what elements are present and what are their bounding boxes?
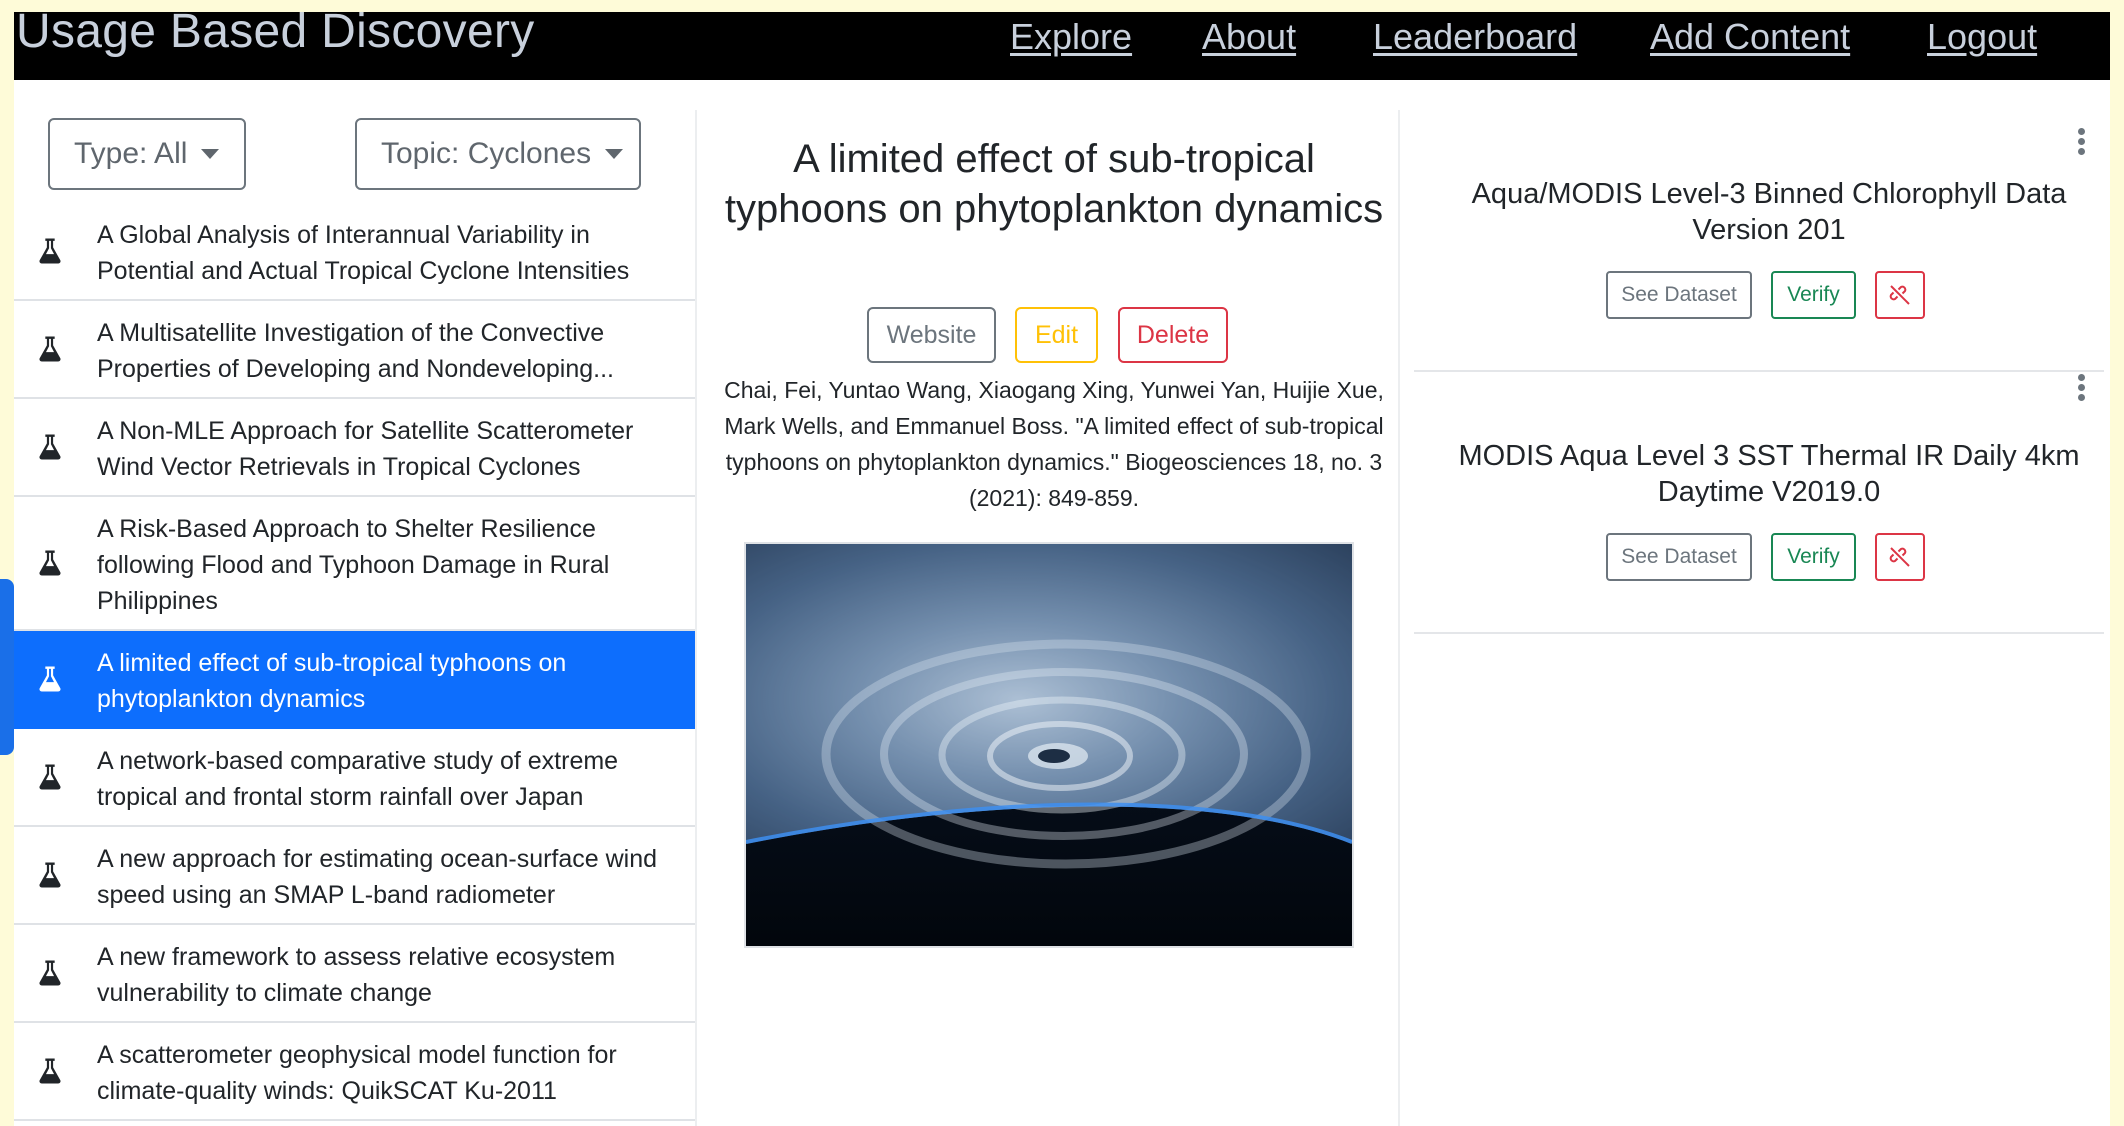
typhoon-image-graphic bbox=[746, 544, 1352, 946]
nav-about[interactable]: About bbox=[1202, 16, 1296, 58]
flask-icon bbox=[39, 238, 61, 264]
list-item-label: A Risk-Based Approach to Shelter Resilie… bbox=[97, 515, 610, 615]
see-dataset-button[interactable]: See Dataset bbox=[1606, 533, 1752, 581]
list-item-label: A Non-MLE Approach for Satellite Scatter… bbox=[97, 417, 634, 481]
flask-icon bbox=[39, 550, 61, 576]
verify-button[interactable]: Verify bbox=[1771, 533, 1856, 581]
unlink-button[interactable] bbox=[1875, 271, 1925, 319]
edit-button[interactable]: Edit bbox=[1015, 307, 1098, 363]
list-item[interactable]: A new approach for estimating ocean-surf… bbox=[14, 827, 695, 925]
chevron-down-icon bbox=[201, 149, 220, 159]
list-item[interactable]: A Global Analysis of Interannual Variabi… bbox=[14, 203, 695, 301]
flask-icon bbox=[39, 666, 61, 692]
nav-explore[interactable]: Explore bbox=[1010, 16, 1132, 58]
column-divider bbox=[695, 110, 697, 1126]
dataset-title: Aqua/MODIS Level-3 Binned Chlorophyll Da… bbox=[1471, 178, 2067, 246]
list-item-label: A limited effect of sub-tropical typhoon… bbox=[97, 649, 567, 713]
list-item-label: A Multisatellite Investigation of the Co… bbox=[97, 319, 615, 383]
column-divider bbox=[1398, 110, 1400, 1126]
typhoon-satellite-image bbox=[744, 542, 1354, 948]
type-filter-dropdown[interactable]: Type: All bbox=[48, 118, 246, 190]
detail-title: A limited effect of sub-tropical typhoon… bbox=[724, 137, 1384, 231]
list-item-selected[interactable]: A limited effect of sub-tropical typhoon… bbox=[14, 631, 695, 729]
top-navbar: Usage Based Discovery Explore About Lead… bbox=[14, 0, 2110, 80]
chevron-down-icon bbox=[605, 149, 624, 159]
verify-button[interactable]: Verify bbox=[1771, 271, 1856, 319]
list-item[interactable]: A scatterometer geophysical model functi… bbox=[14, 1023, 695, 1121]
dataset-card: Aqua/MODIS Level-3 Binned Chlorophyll Da… bbox=[1414, 110, 2104, 372]
delete-button[interactable]: Delete bbox=[1118, 307, 1228, 363]
list-item[interactable]: A Risk-Based Approach to Shelter Resilie… bbox=[14, 497, 695, 631]
unlink-button[interactable] bbox=[1875, 533, 1925, 581]
nav-add-content[interactable]: Add Content bbox=[1650, 16, 1850, 58]
flask-icon bbox=[39, 862, 61, 888]
nav-leaderboard[interactable]: Leaderboard bbox=[1373, 16, 1577, 58]
list-item[interactable]: A network-based comparative study of ext… bbox=[14, 729, 695, 827]
website-button[interactable]: Website bbox=[867, 307, 996, 363]
list-item-label: A new framework to assess relative ecosy… bbox=[97, 943, 616, 1007]
unlink-icon bbox=[1889, 285, 1910, 305]
flask-icon bbox=[39, 1058, 61, 1084]
publication-list: A Global Analysis of Interannual Variabi… bbox=[14, 203, 695, 1121]
dataset-card: MODIS Aqua Level 3 SST Thermal IR Daily … bbox=[1414, 372, 2104, 634]
list-item-label: A network-based comparative study of ext… bbox=[97, 747, 619, 811]
main-content: Type: All Topic: Cyclones A Global Analy… bbox=[0, 80, 2110, 1126]
sidebar-toggle-tab[interactable] bbox=[0, 579, 14, 755]
list-item-label: A Global Analysis of Interannual Variabi… bbox=[97, 221, 630, 285]
flask-icon bbox=[39, 434, 61, 460]
list-item-label: A new approach for estimating ocean-surf… bbox=[97, 845, 658, 909]
topic-filter-dropdown[interactable]: Topic: Cyclones bbox=[355, 118, 641, 190]
brand-title[interactable]: Usage Based Discovery bbox=[16, 4, 535, 59]
unlink-icon bbox=[1889, 547, 1910, 567]
see-dataset-button[interactable]: See Dataset bbox=[1606, 271, 1752, 319]
nav-logout[interactable]: Logout bbox=[1927, 16, 2037, 58]
more-options-icon[interactable] bbox=[2076, 374, 2086, 402]
list-item[interactable]: A new framework to assess relative ecosy… bbox=[14, 925, 695, 1023]
app-root: Usage Based Discovery Explore About Lead… bbox=[0, 0, 2124, 1126]
list-item[interactable]: A Non-MLE Approach for Satellite Scatter… bbox=[14, 399, 695, 497]
list-item-label: A scatterometer geophysical model functi… bbox=[97, 1041, 617, 1105]
flask-icon bbox=[39, 336, 61, 362]
more-options-icon[interactable] bbox=[2076, 128, 2086, 156]
list-item[interactable]: A Multisatellite Investigation of the Co… bbox=[14, 301, 695, 399]
dataset-title: MODIS Aqua Level 3 SST Thermal IR Daily … bbox=[1458, 440, 2080, 508]
flask-icon bbox=[39, 764, 61, 790]
flask-icon bbox=[39, 960, 61, 986]
type-filter-label: Type: All bbox=[74, 137, 188, 170]
topic-filter-label: Topic: Cyclones bbox=[381, 137, 592, 170]
citation-text: Chai, Fei, Yuntao Wang, Xiaogang Xing, Y… bbox=[724, 377, 1384, 511]
